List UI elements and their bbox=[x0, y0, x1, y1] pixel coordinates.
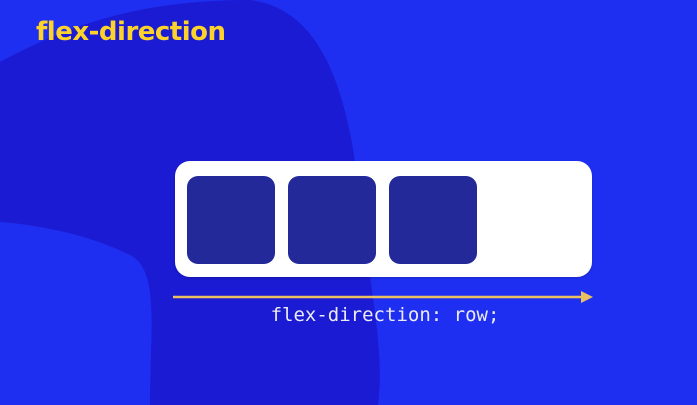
page-title: flex-direction bbox=[36, 17, 226, 47]
flex-item-3 bbox=[389, 176, 477, 264]
direction-arrow-icon bbox=[173, 291, 593, 303]
code-label: flex-direction: row; bbox=[270, 304, 500, 326]
flex-item-2 bbox=[288, 176, 376, 264]
flex-item-1 bbox=[187, 176, 275, 264]
flex-container bbox=[175, 161, 592, 277]
